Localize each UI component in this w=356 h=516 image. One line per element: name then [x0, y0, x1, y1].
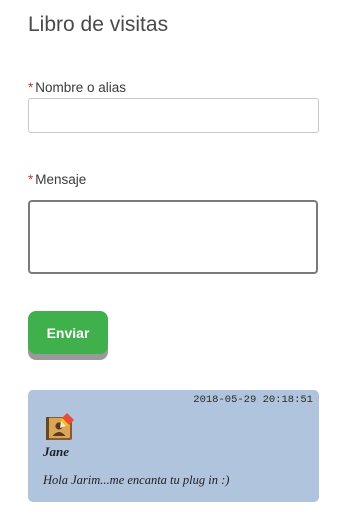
entry-message: Hola Jarim...me encanta tu plug in :) [43, 473, 230, 487]
name-field-label: * Nombre o alias [28, 80, 126, 95]
required-marker: * [28, 80, 34, 95]
entry-timestamp: 2018-05-29 20:18:51 [193, 394, 313, 406]
message-field-label: * Mensaje [28, 172, 86, 187]
message-label-text: Mensaje [35, 172, 87, 187]
entry-author: Jane [43, 444, 69, 459]
submit-button[interactable]: Enviar [28, 311, 108, 354]
page-title: Libro de visitas [28, 13, 169, 36]
address-book-icon [46, 413, 74, 440]
message-textarea[interactable] [28, 200, 318, 274]
name-input[interactable] [28, 98, 319, 133]
guestbook-entry: 2018-05-29 20:18:51 Jane Hola Jarim...me… [28, 390, 319, 502]
required-marker: * [28, 172, 34, 187]
name-label-text: Nombre o alias [35, 80, 127, 95]
